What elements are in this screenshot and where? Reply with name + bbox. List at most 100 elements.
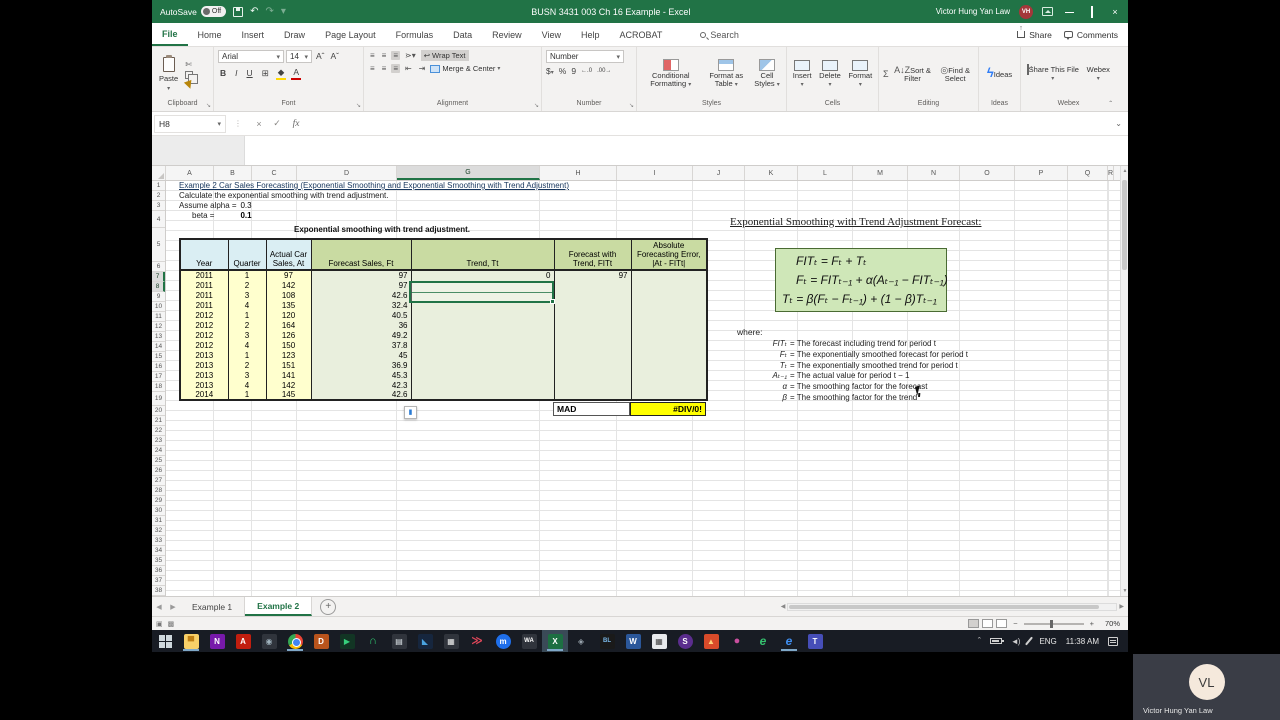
cell-forecast[interactable]: 42.6 [310,390,412,400]
cell-year[interactable]: 2011 [179,290,229,300]
cell-forecast[interactable]: 36.9 [310,360,412,370]
page-break-view-icon[interactable] [996,619,1008,628]
formula-bar-expanded-area[interactable] [152,136,1128,166]
page-layout-view-icon[interactable] [982,619,994,628]
word-icon[interactable]: W [620,630,646,652]
acrobat-icon[interactable]: A [230,630,256,652]
cell-quarter[interactable]: 2 [227,360,267,370]
sheet-nav-right-icon[interactable]: ▶ [166,597,180,616]
file-explorer-icon[interactable]: ▀ [178,630,204,652]
row-header[interactable]: 35 [152,556,165,566]
row-header[interactable]: 13 [152,332,165,342]
cell-actual[interactable]: 126 [265,330,312,340]
search-box[interactable]: Search [700,30,739,40]
redo-icon[interactable]: ↷ [265,6,273,17]
format-as-table-button[interactable]: Format as Table ▾ [705,59,748,89]
cell-actual[interactable]: 120 [265,310,312,320]
sheet-tab-example2[interactable]: Example 2 [245,597,313,616]
vertical-scrollbar[interactable]: ▲ ▼ [1120,166,1128,596]
accessibility-icon[interactable]: ▩ [168,620,175,628]
column-header[interactable]: J [693,166,745,180]
mad-value-cell[interactable]: #DIV/0! [630,402,706,416]
close-button[interactable]: × [1108,7,1122,17]
ribbon-tab[interactable]: File [152,23,188,46]
orientation-icon[interactable]: ⋗▾ [403,51,418,60]
save-icon[interactable] [233,6,244,17]
sheet-instruction-cell[interactable]: Calculate the exponential smoothing with… [179,191,388,201]
qat-customize-icon[interactable]: ▾ [281,6,286,17]
row-header[interactable]: 31 [152,516,165,526]
row-header[interactable]: 8 [152,282,165,292]
comments-button[interactable]: Comments [1063,30,1118,40]
ribbon-display-options-icon[interactable] [1042,7,1053,16]
col-year[interactable]: Year [179,238,229,271]
italic-button[interactable]: I [233,67,239,79]
row-header[interactable]: 32 [152,526,165,536]
ribbon-tab[interactable]: Review [482,23,532,46]
column-header[interactable]: O [960,166,1015,180]
row-header[interactable]: 38 [152,586,165,596]
select-all-corner[interactable] [152,166,166,180]
row-header[interactable]: 24 [152,446,165,456]
cell-quarter[interactable]: 3 [227,330,267,340]
row-header[interactable]: 2 [152,191,165,201]
cell-year[interactable]: 2012 [179,320,229,330]
selection-box[interactable] [409,281,555,304]
sheet-tab-example1[interactable]: Example 1 [180,597,246,616]
row-header[interactable]: 15 [152,352,165,362]
row-header[interactable]: 5 [152,228,165,262]
forecast-table[interactable]: Year Quarter Actual Car Sales, At Foreca… [179,238,708,401]
column-header[interactable]: Q [1068,166,1108,180]
cell-actual[interactable]: 108 [265,290,312,300]
autosave-toggle[interactable]: AutoSave Off [160,6,227,17]
where-label[interactable]: where: [737,327,763,337]
insert-function-icon[interactable]: fx [286,119,306,129]
row-header[interactable]: 19 [152,392,165,406]
cell-year[interactable]: 2013 [179,380,229,390]
column-header[interactable]: H [540,166,617,180]
cancel-entry-icon[interactable]: × [250,119,268,129]
row-header[interactable]: 23 [152,436,165,446]
copy-icon[interactable] [185,70,199,84]
vertical-scroll-thumb[interactable] [1122,180,1127,270]
ribbon-tab[interactable]: View [532,23,571,46]
font-color-icon[interactable]: A [291,66,301,80]
paste-button[interactable]: Paste ▾ [156,54,181,92]
normal-view-icon[interactable] [968,619,980,628]
panel-title[interactable]: Exponential Smoothing with Trend Adjustm… [730,216,981,228]
row-header[interactable]: 9 [152,292,165,302]
autofill-options-button[interactable]: ▮ [404,406,417,419]
zoom-slider[interactable] [1023,619,1084,628]
expand-formula-bar-icon[interactable]: ⌄ [1115,119,1128,128]
cell-quarter[interactable]: 1 [227,310,267,320]
media-player-icon[interactable]: ▶ [334,630,360,652]
decrease-indent-icon[interactable]: ⇤ [403,64,414,73]
row-header[interactable]: 11 [152,312,165,322]
cell-quarter[interactable]: 3 [227,290,267,300]
delete-cells-button[interactable]: Delete ▾ [819,59,841,89]
account-name[interactable]: Victor Hung Yan Law [936,7,1010,16]
cell-error[interactable] [630,380,708,390]
cell-quarter[interactable]: 2 [227,320,267,330]
cell-styles-button[interactable]: Cell Styles ▾ [752,59,782,89]
col-actual-sales[interactable]: Actual Car Sales, At [265,238,312,271]
wa-app-icon[interactable]: WA [516,630,542,652]
language-indicator[interactable]: ENG [1039,637,1056,646]
number-dialog-launcher-icon[interactable]: ↘ [629,102,634,109]
zoom-out-icon[interactable]: − [1013,619,1017,628]
alpha-value-cell[interactable]: 0.3 [227,201,265,210]
webex-button[interactable]: Webex ▾ [1085,65,1112,83]
cell-fitt[interactable] [553,370,632,380]
start-button[interactable] [152,630,178,652]
column-header[interactable]: M [853,166,908,180]
cell-actual[interactable]: 150 [265,340,312,350]
col-forecast-with-trend[interactable]: Forecast with Trend, FITt [553,238,632,271]
undo-icon[interactable]: ↶ [250,6,258,17]
cell-actual[interactable]: 135 [265,300,312,310]
horizontal-scroll-thumb[interactable] [789,604,1100,609]
font-dialog-launcher-icon[interactable]: ↘ [356,102,361,109]
table-caption-cell[interactable]: Exponential smoothing with trend adjustm… [232,221,532,238]
row-header[interactable]: 30 [152,506,165,516]
ie-browser-icon[interactable]: e [750,630,776,652]
cell-actual[interactable]: 164 [265,320,312,330]
